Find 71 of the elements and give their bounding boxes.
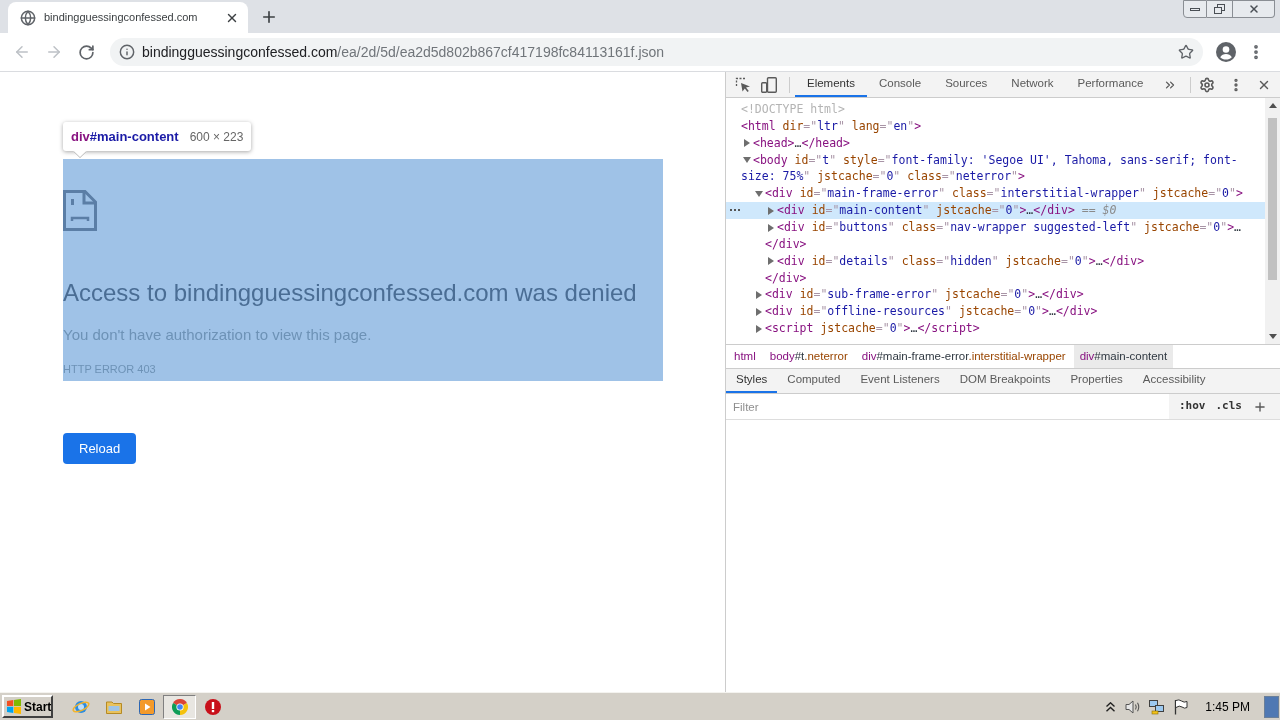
collapsed-arrow-icon[interactable] [756, 324, 762, 333]
minimize-icon[interactable] [1190, 7, 1200, 11]
devtools-tab[interactable]: Elements [795, 72, 867, 97]
dom-node[interactable]: <div id="details" class="hidden" jstcache="0">…</div> [726, 252, 1265, 270]
sidebar-tab[interactable]: Properties [1060, 369, 1133, 393]
url-text: bindingguessingconfessed.com/ea/2d/5d/ea2d5d802b867cf417198fc84113161f.json [142, 42, 665, 62]
speaker-icon[interactable] [1125, 698, 1142, 715]
browser-tab[interactable]: bindingguessingconfessed.com [8, 2, 248, 33]
expanded-arrow-icon[interactable] [755, 190, 763, 197]
sidebar-tab[interactable]: Accessibility [1132, 369, 1216, 393]
sidebar-tab[interactable]: Computed [777, 369, 851, 393]
collapsed-arrow-icon[interactable] [768, 223, 774, 232]
sad-page-icon [63, 190, 97, 231]
expanded-arrow-icon[interactable] [743, 157, 751, 164]
devtools-tab[interactable]: Sources [933, 72, 1000, 97]
devtools-tab[interactable]: Console [866, 72, 934, 97]
dom-node[interactable]: <html dir="ltr" lang="en"> [726, 117, 1265, 135]
chevron-up-icon[interactable] [1106, 701, 1116, 712]
dom-node[interactable]: <div id="buttons" class="nav-wrapper suggested-left" jstcache="0">… </div> [726, 219, 1265, 253]
start-button[interactable]: Start [2, 695, 53, 718]
sidebar-tab[interactable]: DOM Breakpoints [949, 369, 1061, 393]
dom-node[interactable]: <div id="sub-frame-error" jstcache="0">…</div> [726, 286, 1265, 304]
address-bar[interactable]: bindingguessingconfessed.com/ea/2d/5d/ea2d5d802b867cf417198fc84113161f.json [110, 38, 1203, 66]
selector-label: div#main-content [71, 127, 179, 146]
dom-node[interactable]: <head>…</head> [726, 134, 1265, 152]
style-toggle-button[interactable]: .cls [1210, 395, 1247, 418]
scrollbar-thumb[interactable] [1268, 118, 1277, 280]
globe-icon [20, 9, 36, 26]
ellipsis-icon[interactable] [730, 209, 740, 212]
browser-icon[interactable] [71, 698, 90, 715]
dom-node[interactable]: <div id="offline-resources" jstcache="0">…</div> [726, 303, 1265, 321]
breadcrumb[interactable]: div#main-content [1073, 345, 1174, 368]
size-label: 600 × 223 [189, 128, 244, 146]
info-icon[interactable] [119, 44, 135, 60]
dom-node[interactable]: <div id="main-content" jstcache="0">…</div> == $0 [726, 202, 1265, 219]
minimize-button[interactable] [1183, 0, 1207, 18]
collapsed-arrow-icon[interactable] [768, 257, 774, 266]
show-desktop-button[interactable] [1264, 695, 1279, 718]
collapsed-arrow-icon[interactable] [768, 206, 774, 215]
error-title: Access to bindingguessingconfessed.com was denied [63, 279, 637, 307]
scroll-up-icon[interactable] [1268, 103, 1277, 108]
inspect-icon[interactable] [735, 76, 751, 93]
collapsed-arrow-icon[interactable] [756, 290, 762, 299]
scroll-down-icon[interactable] [1268, 334, 1277, 339]
collapsed-arrow-icon[interactable] [744, 139, 750, 148]
device-icon[interactable] [761, 76, 777, 93]
filter-field[interactable]: Filter [726, 394, 1169, 419]
dom-node[interactable]: <body id="t" style="font-family: 'Segoe UI', Tahoma, sans-serif; font-size: 75%" jstcache="0" class="neterror"> [726, 151, 1265, 186]
sidebar-tab[interactable]: Event Listeners [850, 369, 950, 393]
restore-button[interactable] [1207, 0, 1233, 18]
devtools-tab[interactable]: Network [999, 72, 1066, 97]
restore-icon[interactable] [1214, 4, 1225, 14]
reload-button[interactable]: Reload [63, 433, 137, 464]
tooltip-pointer-icon [73, 151, 87, 158]
clock: 1:45 PM [1205, 698, 1250, 716]
alert-icon[interactable] [204, 698, 221, 715]
dom-node[interactable]: <script jstcache="0">…</script> [726, 320, 1265, 338]
browser-logo-icon[interactable] [171, 698, 188, 715]
close-icon[interactable] [1247, 3, 1260, 15]
taskbar-app[interactable] [163, 694, 196, 719]
plus-icon[interactable] [260, 8, 278, 26]
collapsed-arrow-icon[interactable] [756, 307, 762, 316]
dom-node[interactable]: <div id="main-frame-error" class="interstitial-wrapper" jstcache="0"> [726, 185, 1265, 203]
play-icon[interactable] [138, 698, 155, 715]
network-icon[interactable] [1149, 698, 1166, 715]
dom-closing-tag[interactable]: </div> [726, 269, 1265, 287]
reload-icon[interactable] [77, 43, 95, 61]
scrollbar[interactable] [1265, 98, 1280, 344]
flag-icon[interactable] [1174, 698, 1189, 715]
style-toggle-button[interactable]: :hov [1174, 395, 1211, 418]
devtools-tab[interactable]: Performance [1065, 72, 1156, 97]
